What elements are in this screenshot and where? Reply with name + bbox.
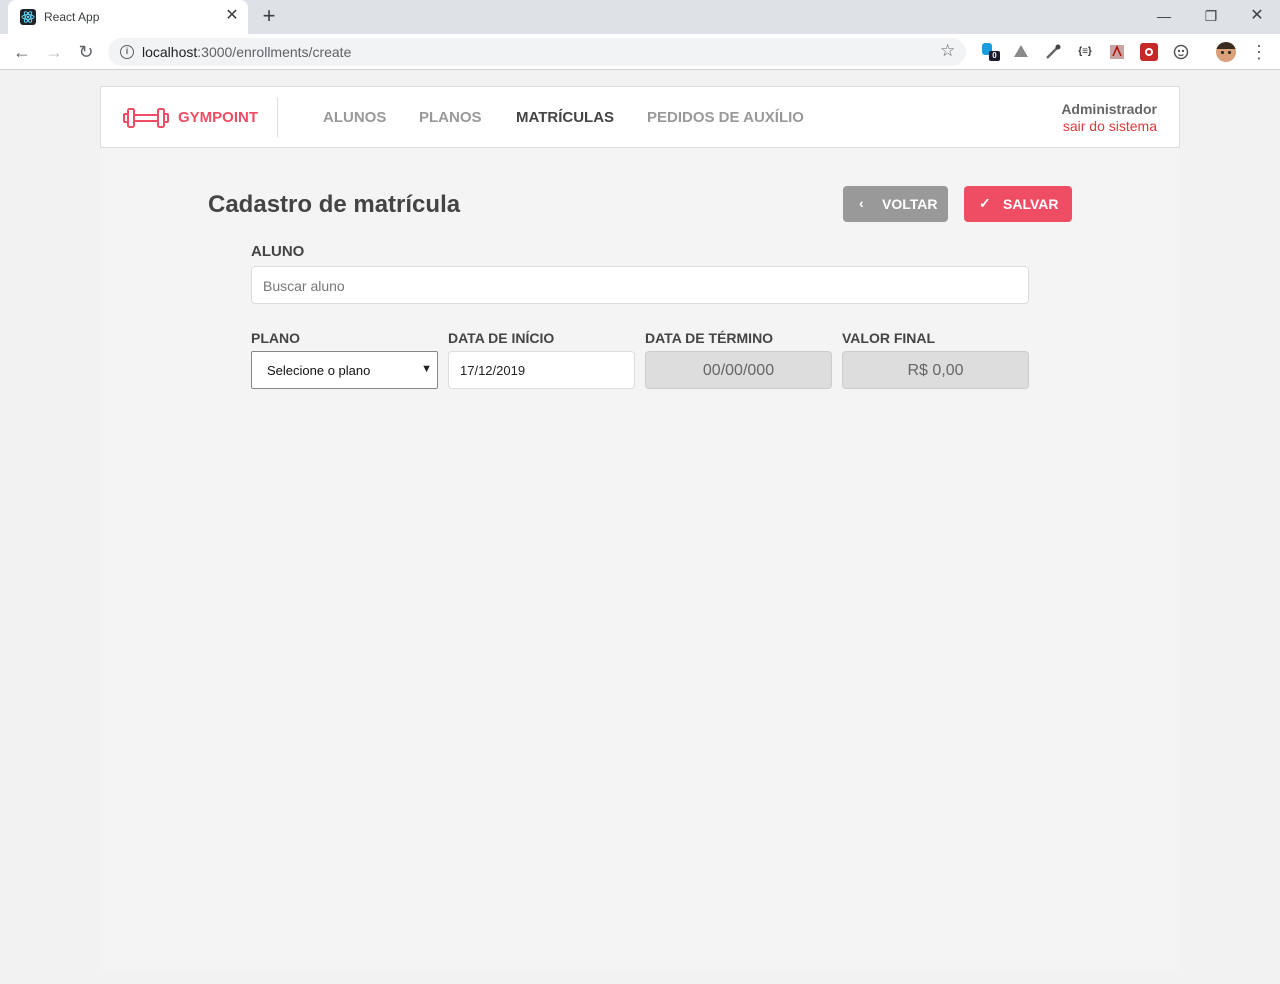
address-bar[interactable]: i localhost:3000/enrollments/create ☆ — [108, 38, 966, 66]
brand-name: GYMPOINT — [178, 109, 259, 126]
bookmark-star-icon[interactable]: ☆ — [940, 41, 955, 61]
tab-title: React App — [44, 10, 100, 24]
nav-link-alunos[interactable]: ALUNOS — [323, 109, 386, 126]
browser-tab[interactable]: React App ✕ — [8, 0, 248, 34]
page-title: Cadastro de matrícula — [208, 191, 461, 218]
final-price-value: R$ 0,00 — [907, 362, 964, 379]
alien-icon[interactable] — [1172, 43, 1190, 61]
drive-icon[interactable] — [1012, 43, 1030, 61]
back-button-label: VOLTAR — [882, 196, 938, 212]
restore-icon[interactable]: ❐ — [1196, 6, 1226, 26]
close-window-icon[interactable]: ✕ — [1242, 6, 1272, 26]
plan-select-value: Selecione o plano — [267, 363, 371, 378]
chevron-left-icon: ‹ — [859, 195, 864, 211]
nav-link-matriculas[interactable]: MATRÍCULAS — [516, 109, 614, 126]
browser-tabbar: React App ✕ + — ❐ ✕ — [0, 0, 1280, 34]
dropdown-arrow-icon: ▼ — [421, 363, 432, 375]
info-icon[interactable]: i — [120, 45, 134, 59]
start-date-value: 17/12/2019 — [460, 363, 526, 378]
reload-icon[interactable]: ↻ — [76, 42, 96, 62]
new-tab-icon[interactable]: + — [258, 5, 280, 27]
save-button[interactable]: ✓ SALVAR — [964, 186, 1072, 222]
user-name: Administrador — [1061, 101, 1157, 117]
pdf-icon[interactable] — [1108, 43, 1126, 61]
final-price-label: VALOR FINAL — [842, 330, 936, 346]
end-date-value: 00/00/000 — [702, 362, 775, 379]
back-arrow-icon[interactable]: ← — [12, 42, 32, 62]
end-date-input: 00/00/000 — [645, 351, 832, 389]
nav-link-planos[interactable]: PLANOS — [419, 109, 482, 126]
extension-badge: 0 — [989, 51, 1000, 61]
extension-icon[interactable]: 0 — [980, 43, 1000, 61]
close-tab-icon[interactable]: ✕ — [223, 7, 241, 25]
start-date-input[interactable]: 17/12/2019 — [448, 351, 635, 389]
header-divider — [277, 97, 278, 137]
app-header: GYMPOINT ALUNOS PLANOS MATRÍCULAS PEDIDO… — [100, 86, 1180, 148]
plan-label: PLANO — [251, 330, 300, 346]
profile-avatar[interactable] — [1216, 42, 1236, 62]
student-label: ALUNO — [251, 243, 305, 260]
check-icon: ✓ — [979, 195, 991, 211]
minimize-icon[interactable]: — — [1149, 6, 1179, 26]
student-search-placeholder: Buscar aluno — [263, 278, 345, 294]
back-button[interactable]: ‹ VOLTAR — [843, 186, 948, 222]
json-viewer-icon[interactable]: {≡} — [1076, 43, 1094, 61]
red-extension-icon[interactable] — [1140, 43, 1158, 61]
save-button-label: SALVAR — [1003, 196, 1059, 212]
nav-link-pedidos-de-auxilio[interactable]: PEDIDOS DE AUXÍLIO — [647, 109, 804, 126]
student-search-input[interactable]: Buscar aluno — [251, 266, 1029, 304]
dumbbell-logo-icon — [123, 105, 169, 131]
forward-arrow-icon[interactable]: → — [44, 42, 64, 62]
final-price-input: R$ 0,00 — [842, 351, 1029, 389]
start-date-label: DATA DE INÍCIO — [448, 330, 555, 346]
browser-menu-icon[interactable]: ⋮ — [1250, 41, 1268, 63]
end-date-label: DATA DE TÉRMINO — [645, 330, 774, 346]
browser-toolbar: ← → ↻ i localhost:3000/enrollments/creat… — [0, 34, 1280, 70]
react-icon — [20, 9, 36, 25]
app-container: GYMPOINT ALUNOS PLANOS MATRÍCULAS PEDIDO… — [100, 86, 1180, 970]
eyedropper-icon[interactable] — [1044, 43, 1062, 61]
plan-select[interactable]: Selecione o plano ▼ — [251, 351, 438, 389]
url-text: localhost:3000/enrollments/create — [142, 44, 352, 60]
logout-link[interactable]: sair do sistema — [1063, 118, 1157, 134]
